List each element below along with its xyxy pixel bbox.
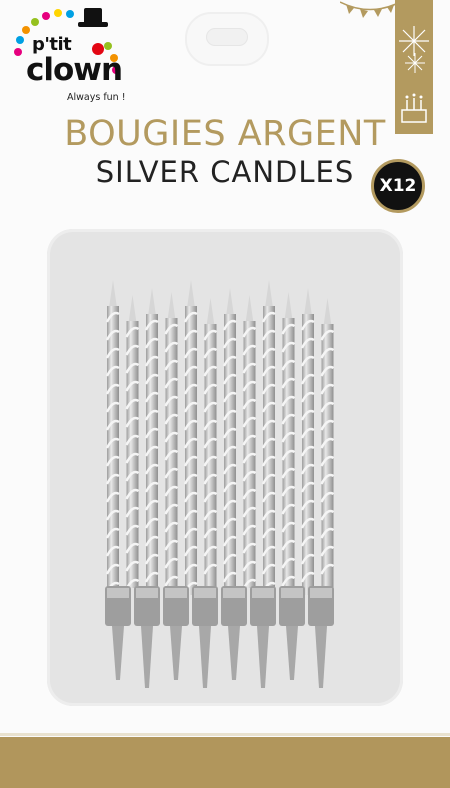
candle <box>125 295 140 590</box>
sparkle-icon <box>405 53 425 73</box>
candle <box>144 288 159 595</box>
top-hat-icon <box>78 8 108 27</box>
footer-band <box>0 737 450 788</box>
candle-holder <box>221 586 247 680</box>
quantity-badge: X12 <box>371 159 425 213</box>
candle <box>300 288 315 595</box>
brand-logo: p'tit clown Always fun ! <box>10 6 130 106</box>
candle <box>320 298 335 588</box>
candle-holder <box>250 586 276 688</box>
candle <box>281 292 296 588</box>
candle <box>242 295 257 590</box>
candle <box>203 298 218 588</box>
candle <box>222 288 237 595</box>
product-title-fr: BOUGIES ARGENT <box>64 114 386 154</box>
candle-holder <box>192 586 218 688</box>
candle-holder <box>134 586 160 688</box>
candles-illustration <box>105 280 335 688</box>
product-card: p'tit clown Always fun ! BOUGIES ARGENT … <box>0 0 450 788</box>
footer-divider <box>0 733 450 736</box>
hang-hole <box>206 28 248 46</box>
candle-holder <box>163 586 189 680</box>
candle-holder <box>105 586 131 680</box>
brand-name: clown <box>26 52 123 88</box>
candle <box>105 280 120 595</box>
candle <box>164 292 179 588</box>
candle-holder <box>308 586 334 688</box>
quantity-label: X12 <box>379 176 417 196</box>
candle <box>183 280 198 595</box>
brand-tagline: Always fun ! <box>67 92 126 103</box>
candle <box>261 280 276 595</box>
candle-holder <box>279 586 305 680</box>
